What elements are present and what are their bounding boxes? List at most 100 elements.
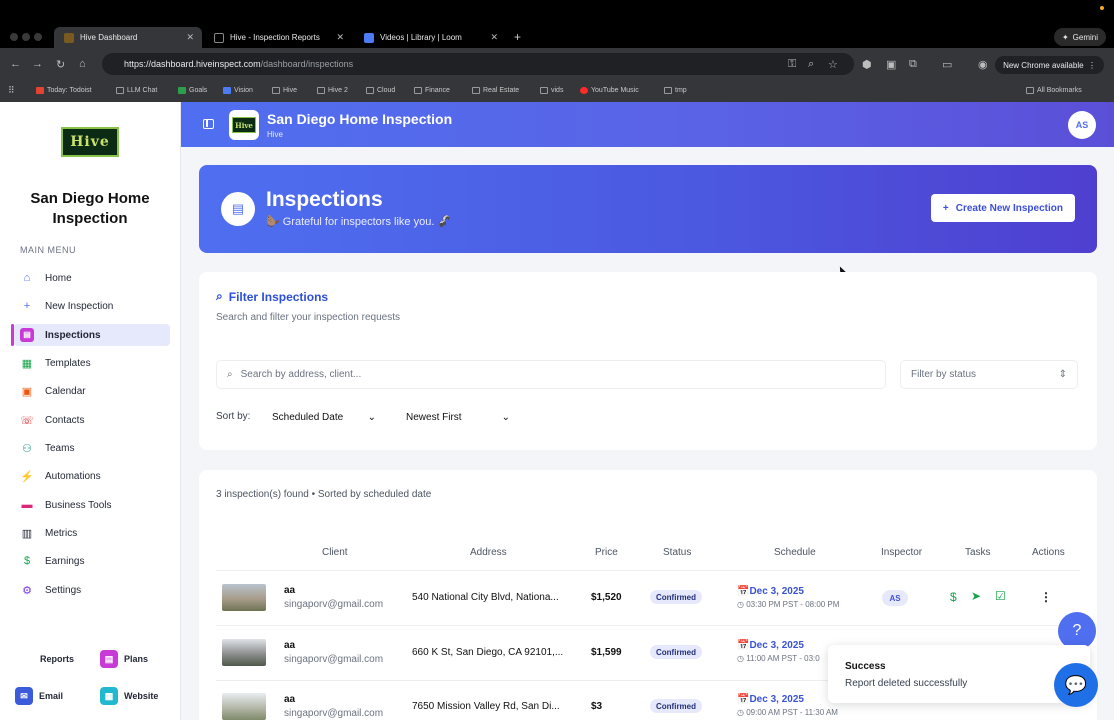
clock-icon: ◷ xyxy=(737,654,747,663)
gemini-button[interactable]: ✦ Gemini xyxy=(1053,28,1106,46)
sidebar-item-label: Calendar xyxy=(45,385,86,397)
column-header-tasks[interactable]: Tasks xyxy=(965,547,991,558)
extension-icon[interactable]: ⬢ xyxy=(862,58,872,71)
bookmark-item[interactable]: vids xyxy=(540,87,563,94)
send-icon[interactable]: ➤ xyxy=(971,589,981,603)
close-icon[interactable]: ✕ xyxy=(186,32,194,43)
bookmark-item[interactable]: LLM Chat xyxy=(116,87,157,94)
new-chrome-available-button[interactable]: New Chrome available ⋮ xyxy=(995,56,1104,74)
column-header-price[interactable]: Price xyxy=(595,547,618,558)
search-input[interactable]: ⌕ Search by address, client... xyxy=(216,360,886,389)
bookmark-item[interactable]: Vision xyxy=(223,87,253,94)
tab-hive-inspection-reports[interactable]: Hive - Inspection Reports ✕ xyxy=(204,27,352,48)
new-tab-plus-icon[interactable]: + xyxy=(514,30,521,44)
sidebar-item-earnings[interactable]: $ Earnings xyxy=(14,550,170,572)
header-logo: Hive xyxy=(229,110,259,140)
sidebar-item-label: Inspections xyxy=(45,329,101,341)
sort-order-select[interactable]: Newest First ⌄ xyxy=(396,404,520,430)
bookmark-item[interactable]: Hive 2 xyxy=(317,87,348,94)
reports-link[interactable]: Reports xyxy=(40,654,74,664)
sidebar-item-new-inspection[interactable]: + New Inspection xyxy=(14,295,170,317)
bookmark-label: LLM Chat xyxy=(127,87,158,94)
sidebar-item-calendar[interactable]: ▣ Calendar xyxy=(14,380,170,402)
bookmark-item[interactable]: YouTube Music xyxy=(580,87,639,94)
side-panel-icon[interactable]: ▭ xyxy=(942,58,952,71)
bookmark-label: Vision xyxy=(234,87,253,94)
column-header-client[interactable]: Client xyxy=(322,547,348,558)
forward-arrow-icon[interactable]: → xyxy=(32,58,43,70)
sidebar-item-contacts[interactable]: ☏ Contacts xyxy=(14,409,170,431)
sidebar-item-label: Home xyxy=(45,272,72,284)
sidebar-toggle-icon[interactable] xyxy=(203,119,214,129)
zoom-icon[interactable]: ⌕ xyxy=(808,58,814,71)
apps-grid-icon[interactable]: ⠿ xyxy=(8,85,15,96)
all-bookmarks[interactable]: All Bookmarks xyxy=(1026,87,1082,94)
document-icon: ▤ xyxy=(221,192,255,226)
bookmark-item[interactable]: Real Estate xyxy=(472,87,519,94)
avatar[interactable]: AS xyxy=(1068,111,1096,139)
calendar-icon: 📅 xyxy=(737,586,750,597)
plans-link[interactable]: ▤ Plans xyxy=(100,650,148,668)
bookmark-star-icon[interactable]: ☆ xyxy=(828,58,838,71)
column-header-inspector[interactable]: Inspector xyxy=(881,547,922,558)
bookmark-item[interactable]: Hive xyxy=(272,87,297,94)
schedule-time-text: 09:00 AM PST - 11:30 AM xyxy=(746,708,838,717)
sidebar-item-teams[interactable]: ⚇ Teams xyxy=(14,437,170,459)
sidebar-item-templates[interactable]: ▦ Templates xyxy=(14,352,170,374)
results-count: 3 inspection(s) found • Sorted by schedu… xyxy=(216,489,432,500)
window-maximize-dot[interactable] xyxy=(34,33,42,41)
column-header-address[interactable]: Address xyxy=(470,547,507,558)
close-icon[interactable]: ✕ xyxy=(336,32,344,43)
profile-icon[interactable]: ◉ xyxy=(978,58,988,71)
sort-order-value: Newest First xyxy=(406,411,462,423)
bookmark-label: Hive xyxy=(283,87,298,94)
sort-field-select[interactable]: Scheduled Date ⌄ xyxy=(262,404,386,430)
address-bar[interactable]: https://dashboard.hiveinspect.com/dashbo… xyxy=(102,53,854,75)
website-link[interactable]: ▦ Website xyxy=(100,687,158,705)
password-key-icon[interactable]: ⚿ xyxy=(788,58,796,71)
window-minimize-dot[interactable] xyxy=(22,33,30,41)
more-actions-icon[interactable]: ⋮ xyxy=(1040,590,1052,604)
bookmark-item[interactable]: tmp xyxy=(664,87,687,94)
back-arrow-icon[interactable]: ← xyxy=(10,58,21,70)
bookmark-label: Cloud xyxy=(377,87,396,94)
schedule-date-text: Dec 3, 2025 xyxy=(749,586,804,597)
sidebar-item-label: Contacts xyxy=(45,414,85,426)
chat-button[interactable]: 💬 xyxy=(1054,663,1098,707)
close-icon[interactable]: ✕ xyxy=(490,32,498,43)
sidebar-item-settings[interactable]: ⚙ Settings xyxy=(14,579,170,601)
column-header-status[interactable]: Status xyxy=(663,547,691,558)
extension-icon[interactable]: ▣ xyxy=(886,58,896,71)
sidebar-item-automations[interactable]: ⚡ Automations xyxy=(14,465,170,487)
sidebar-item-inspections[interactable]: ▤ Inspections xyxy=(14,324,170,346)
reload-icon[interactable]: ↻ xyxy=(56,58,65,71)
home-icon[interactable]: ⌂ xyxy=(79,58,86,70)
folder-icon xyxy=(472,87,480,94)
window-close-dot[interactable] xyxy=(10,33,18,41)
column-header-schedule[interactable]: Schedule xyxy=(774,547,816,558)
property-thumbnail xyxy=(222,584,266,611)
tab-label: Hive - Inspection Reports xyxy=(230,33,320,42)
bookmark-item[interactable]: Goals xyxy=(178,87,207,94)
browser-toolbar: ← → ↻ ⌂ https://dashboard.hiveinspect.co… xyxy=(0,48,1114,82)
success-toast: Success Report deleted successfully xyxy=(828,645,1090,703)
plus-icon: + xyxy=(23,300,31,312)
report-check-icon[interactable]: ☑ xyxy=(995,589,1006,603)
puzzle-icon[interactable]: ⧉ xyxy=(909,58,917,71)
bookmark-item[interactable]: Today: Todoist xyxy=(36,87,92,94)
status-filter-select[interactable]: Filter by status ⇕ xyxy=(900,360,1078,389)
sidebar-item-business-tools[interactable]: ▬ Business Tools xyxy=(14,494,170,516)
schedule-date-text: Dec 3, 2025 xyxy=(749,694,804,705)
email-link[interactable]: ✉ Email xyxy=(15,687,63,705)
sidebar-item-home[interactable]: ⌂ Home xyxy=(14,267,170,289)
column-header-actions[interactable]: Actions xyxy=(1032,547,1065,558)
dollar-icon[interactable]: $ xyxy=(950,590,957,604)
bookmark-item[interactable]: Cloud xyxy=(366,87,395,94)
sidebar-item-label: Automations xyxy=(45,470,101,482)
template-icon: ▦ xyxy=(21,357,33,370)
bookmark-item[interactable]: Finance xyxy=(414,87,450,94)
sidebar-item-metrics[interactable]: ▥ Metrics xyxy=(14,522,170,544)
tab-loom-videos[interactable]: Videos | Library | Loom ✕ xyxy=(354,27,506,48)
create-new-inspection-button[interactable]: + Create New Inspection xyxy=(930,194,1075,222)
tab-hive-dashboard[interactable]: Hive Dashboard ✕ xyxy=(54,27,202,48)
